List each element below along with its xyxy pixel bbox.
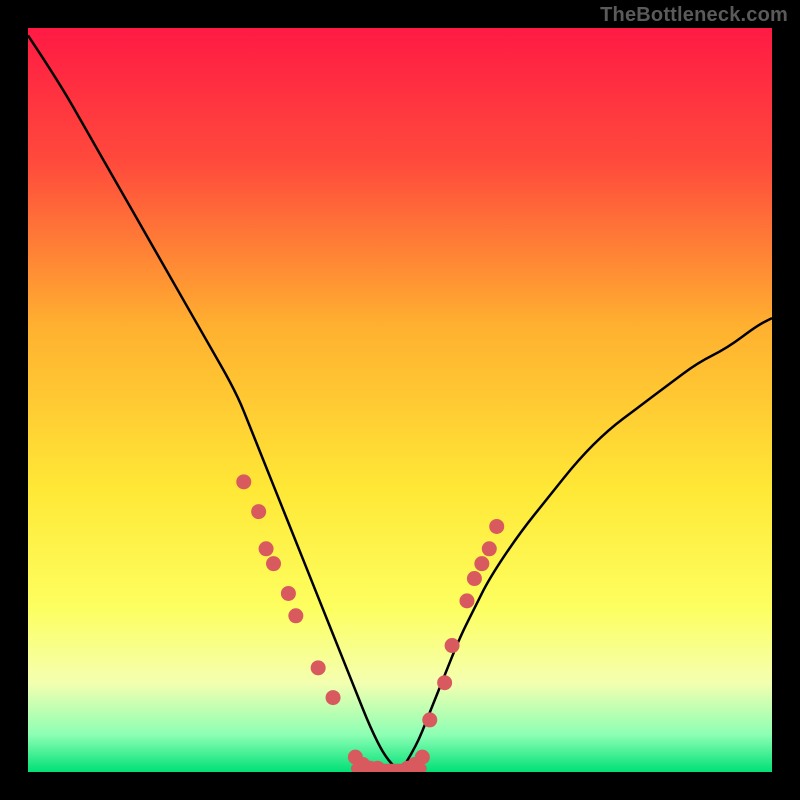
data-marker bbox=[251, 504, 266, 519]
data-marker bbox=[236, 474, 251, 489]
data-marker bbox=[259, 541, 274, 556]
chart-plot-area bbox=[28, 28, 772, 772]
watermark-text: TheBottleneck.com bbox=[600, 4, 788, 27]
data-marker bbox=[415, 750, 430, 765]
data-marker bbox=[311, 660, 326, 675]
data-marker bbox=[445, 638, 460, 653]
data-marker bbox=[459, 593, 474, 608]
data-marker bbox=[482, 541, 497, 556]
data-marker bbox=[474, 556, 489, 571]
chart-container: TheBottleneck.com bbox=[0, 0, 800, 800]
data-marker bbox=[437, 675, 452, 690]
right-curve bbox=[400, 318, 772, 772]
chart-curves bbox=[28, 28, 772, 772]
data-marker bbox=[266, 556, 281, 571]
data-marker bbox=[281, 586, 296, 601]
data-marker bbox=[288, 608, 303, 623]
data-marker bbox=[467, 571, 482, 586]
data-marker bbox=[326, 690, 341, 705]
data-marker bbox=[422, 712, 437, 727]
data-marker bbox=[489, 519, 504, 534]
left-curve bbox=[28, 35, 400, 772]
